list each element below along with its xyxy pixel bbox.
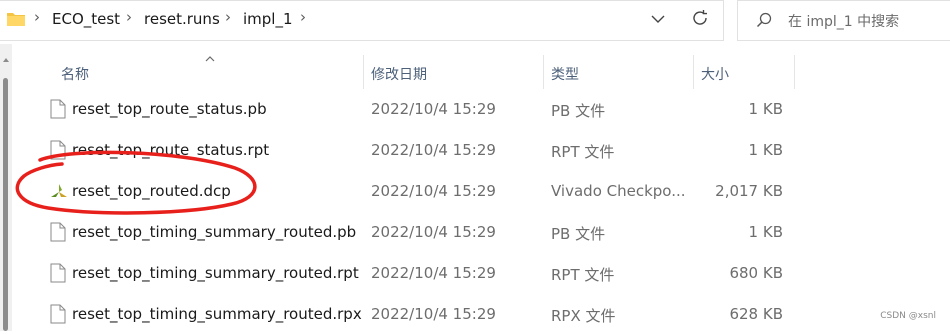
file-date: 2022/10/4 15:29: [371, 141, 496, 159]
file-name: reset_top_routed.dcp: [72, 182, 231, 200]
file-name: reset_top_route_status.pb: [72, 100, 267, 118]
file-icon: [50, 304, 66, 324]
file-name: reset_top_timing_summary_routed.pb: [72, 223, 357, 241]
file-row[interactable]: reset_top_routed.dcp 2022/10/4 15:29 Viv…: [47, 171, 793, 212]
file-icon: [50, 99, 66, 119]
column-header-label: 大小: [701, 67, 729, 83]
refresh-icon[interactable]: [691, 9, 709, 27]
search-input[interactable]: 在 impl_1 中搜索: [788, 11, 899, 31]
scroll-up-icon[interactable]: [3, 58, 9, 62]
file-size: 1 KB: [748, 223, 783, 241]
address-bar[interactable]: › ECO_test › reset.runs › impl_1 ›: [0, 0, 724, 41]
watermark: CSDN @xsnl: [880, 311, 936, 321]
toolbar: › ECO_test › reset.runs › impl_1 › 在 imp…: [0, 0, 950, 44]
chevron-right-icon[interactable]: ›: [300, 8, 306, 26]
file-type: PB 文件: [551, 225, 606, 243]
file-row[interactable]: reset_top_timing_summary_routed.rpt 2022…: [47, 253, 793, 294]
file-date: 2022/10/4 15:29: [371, 223, 496, 241]
chevron-right-icon[interactable]: ›: [225, 8, 231, 26]
breadcrumb-item[interactable]: ECO_test: [52, 10, 120, 28]
file-type: PB 文件: [551, 102, 606, 120]
breadcrumb-item[interactable]: impl_1: [243, 10, 293, 28]
column-header-size[interactable]: 大小: [693, 55, 795, 89]
column-header-type[interactable]: 类型: [543, 55, 694, 89]
file-date: 2022/10/4 15:29: [371, 264, 496, 282]
file-size: 628 KB: [729, 305, 783, 323]
breadcrumb-item[interactable]: reset.runs: [144, 10, 220, 28]
file-date: 2022/10/4 15:29: [371, 100, 496, 118]
vivado-icon: [51, 184, 67, 197]
file-row[interactable]: reset_top_route_status.rpt 2022/10/4 15:…: [47, 130, 793, 171]
scrollbar-thumb[interactable]: [3, 78, 8, 331]
file-type: RPX 文件: [551, 307, 616, 325]
file-row[interactable]: reset_top_timing_summary_routed.pb 2022/…: [47, 212, 793, 253]
column-header-name[interactable]: 名称: [47, 55, 363, 89]
file-icon: [50, 140, 66, 160]
file-type: Vivado Checkpo...: [551, 182, 686, 200]
column-header-label: 修改日期: [371, 67, 427, 83]
vertical-scrollbar[interactable]: [0, 44, 12, 331]
column-header-date[interactable]: 修改日期: [363, 55, 544, 89]
file-size: 1 KB: [748, 100, 783, 118]
file-name: reset_top_timing_summary_routed.rpx: [72, 305, 362, 323]
file-date: 2022/10/4 15:29: [371, 305, 496, 323]
file-icon: [50, 222, 66, 242]
file-row[interactable]: reset_top_timing_summary_routed.rpx 2022…: [47, 294, 793, 335]
search-box[interactable]: 在 impl_1 中搜索: [737, 0, 950, 41]
chevron-right-icon[interactable]: ›: [126, 8, 132, 26]
file-size: 1 KB: [748, 141, 783, 159]
file-size: 680 KB: [729, 264, 783, 282]
column-header-label: 类型: [551, 67, 579, 83]
file-icon: [50, 263, 66, 283]
file-name: reset_top_route_status.rpt: [72, 141, 270, 159]
file-name: reset_top_timing_summary_routed.rpt: [72, 264, 359, 282]
file-type: RPT 文件: [551, 266, 615, 284]
file-type: RPT 文件: [551, 143, 615, 161]
folder-icon: [7, 13, 25, 26]
chevron-down-icon[interactable]: [650, 11, 666, 27]
column-header-label: 名称: [61, 67, 89, 83]
file-date: 2022/10/4 15:29: [371, 182, 496, 200]
file-row[interactable]: reset_top_route_status.pb 2022/10/4 15:2…: [47, 89, 793, 130]
chevron-right-icon[interactable]: ›: [34, 8, 40, 26]
search-icon: [756, 12, 772, 28]
file-size: 2,017 KB: [715, 182, 783, 200]
